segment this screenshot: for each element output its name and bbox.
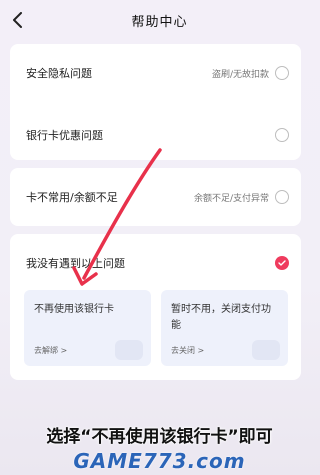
disable-link[interactable]: 去关闭 > (171, 345, 204, 356)
option-none-of-above[interactable]: 我没有遇到以上问题 (10, 234, 301, 292)
page-title: 帮助中心 (131, 14, 188, 30)
sub-option-disable-payment[interactable]: 暂时不用，关闭支付功能 去关闭 > (161, 290, 288, 366)
back-button[interactable] (8, 10, 28, 30)
radio-button[interactable] (275, 190, 289, 204)
option-label: 卡不常用/余额不足 (26, 191, 118, 204)
radio-button[interactable] (275, 66, 289, 80)
radio-button[interactable] (275, 128, 289, 142)
option-label: 安全隐私问题 (26, 67, 92, 80)
option-card-discount[interactable]: 银行卡优惠问题 (10, 106, 301, 164)
radio-button-checked[interactable] (275, 256, 289, 270)
option-hint: 盗刷/无故扣款 (211, 69, 269, 80)
options-card-1: 安全隐私问题 盗刷/无故扣款 银行卡优惠问题 (10, 44, 301, 160)
option-label: 我没有遇到以上问题 (26, 257, 125, 270)
card-icon (115, 340, 143, 360)
sub-option-title: 暂时不用，关闭支付功能 (171, 304, 271, 331)
options-card-2: 卡不常用/余额不足 余额不足/支付异常 (10, 168, 301, 226)
lock-icon (252, 340, 280, 360)
option-security-privacy[interactable]: 安全隐私问题 盗刷/无故扣款 (10, 44, 301, 102)
sub-option-title: 不再使用该银行卡 (34, 304, 114, 315)
chevron-left-icon (13, 12, 22, 28)
check-icon (278, 260, 286, 266)
unbind-link[interactable]: 去解绑 > (34, 345, 67, 356)
option-hint: 余额不足/支付异常 (193, 193, 269, 204)
sub-option-unbind[interactable]: 不再使用该银行卡 去解绑 > (24, 290, 151, 366)
header-bar: 帮助中心 (0, 0, 319, 40)
watermark-logo: GAME773.com (73, 448, 246, 473)
option-label: 银行卡优惠问题 (26, 129, 103, 142)
option-card-unused[interactable]: 卡不常用/余额不足 余额不足/支付异常 (10, 168, 301, 226)
